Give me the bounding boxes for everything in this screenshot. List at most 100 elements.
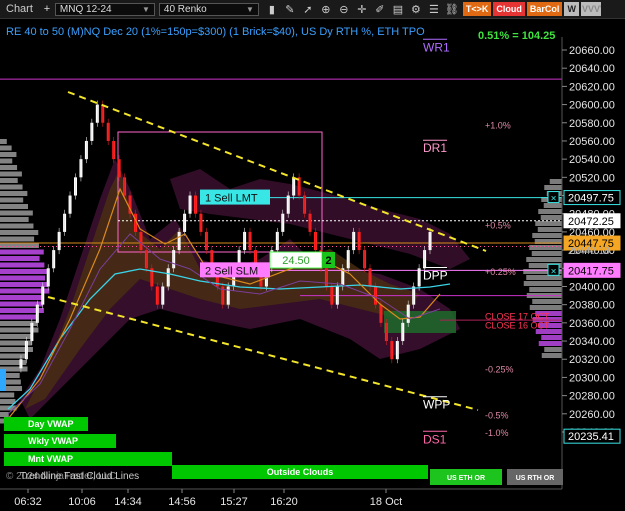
price-tick: 20580.00 [569, 118, 615, 130]
price-tick: 20300.00 [569, 372, 615, 384]
price-badge-value: 20440.18 [568, 246, 610, 257]
profile-bar [0, 262, 45, 268]
window-title: Chart [6, 3, 33, 15]
order-label-text: 1 Sell LMT [205, 193, 258, 205]
time-label: 16:20 [270, 496, 298, 508]
chart-title: RE 40 to 50 (M)NQ Dec 20 (1%=150p=$300) … [6, 26, 425, 38]
profile-bar [0, 184, 23, 190]
period-selector[interactable]: 40 Renko ▼ [158, 2, 259, 16]
time-label: 06:32 [14, 496, 42, 508]
tk-toggle[interactable]: T<>K [462, 2, 492, 16]
chart-toolbar: Chart + MNQ 12-24 ▼ 40 Renko ▼ ▮ ✎ ➚ ⊕ ⊖… [0, 0, 625, 19]
price-tick: 20640.00 [569, 63, 615, 75]
profile-bar [541, 353, 562, 358]
profile-bar [0, 243, 39, 248]
profile-bar [549, 179, 562, 184]
profile-bar [0, 314, 37, 320]
profile-bar [0, 399, 16, 404]
profile-bar [526, 257, 562, 262]
order-label-text: 2 Sell SLM [205, 265, 258, 277]
price-tick: 20620.00 [569, 81, 615, 93]
instrument-selector[interactable]: MNQ 12-24 ▼ [54, 2, 155, 16]
price-tick: 20320.00 [569, 354, 615, 366]
profile-bar [523, 281, 562, 286]
price-tick: 20260.00 [569, 409, 615, 421]
us-eth-or-tag: US ETH OR [447, 475, 485, 482]
crosshair-icon[interactable]: ✛ [353, 3, 371, 16]
trailing-tags[interactable]: VVVV [580, 2, 601, 16]
pivot-label-dr1: DR1 [423, 141, 447, 155]
close-x-icon[interactable]: × [551, 266, 557, 277]
profile-bar [0, 282, 49, 287]
profile-bar [0, 178, 18, 183]
profile-bar [540, 215, 562, 220]
price-tick: 20400.00 [569, 281, 615, 293]
vwap-bar-label: Day VWAP [28, 419, 74, 429]
profile-bar [0, 210, 33, 216]
w-toggle[interactable]: W [564, 2, 579, 16]
instrument-value: MNQ 12-24 [59, 3, 112, 15]
vwap-bar-label: Wkly VWAP [28, 436, 78, 446]
profile-bar [544, 347, 562, 352]
profile-bar [0, 223, 34, 229]
close-label: CLOSE 16 OCT [485, 321, 550, 331]
barcol-toggle[interactable]: BarCol [526, 2, 563, 16]
time-label: 18 Oct [370, 496, 402, 508]
pointer-icon[interactable]: ➚ [299, 3, 317, 16]
price-tick: 20280.00 [569, 391, 615, 403]
profile-bar [531, 251, 562, 256]
close-labels: CLOSE 17 OCTCLOSE 16 OCT [485, 312, 550, 331]
profile-bar [0, 334, 31, 339]
properties-icon[interactable]: ☰ [425, 3, 443, 16]
footer-text: Trendline Fast Cloud Lines [20, 471, 139, 482]
price-badge-value: 20235.41 [568, 431, 614, 443]
add-chart-button[interactable]: + [39, 1, 55, 17]
price-tick: 20660.00 [569, 45, 615, 57]
percent-level-label: +1.0% [485, 121, 511, 131]
price-chart[interactable]: RE 40 to 50 (M)NQ Dec 20 (1%=150p=$300) … [0, 19, 625, 511]
zoom-out-icon[interactable]: ⊖ [335, 3, 353, 16]
close-x-icon[interactable]: × [551, 194, 557, 205]
position-box[interactable]: 24.50 2 [269, 251, 335, 269]
pivot-label-wr1: WR1 [423, 40, 450, 54]
ruler-icon[interactable]: ✎ [281, 3, 299, 16]
profile-bar [0, 236, 35, 242]
profile-bar [538, 209, 562, 214]
profile-bar [0, 158, 13, 164]
us-rth-or-tag: US RTH OR [516, 475, 555, 482]
chevron-down-icon: ▼ [141, 4, 150, 14]
price-tick: 20520.00 [569, 172, 615, 184]
profile-bar [0, 269, 50, 274]
pivot-label-ds1: DS1 [423, 432, 447, 446]
percent-level-label: +0.25% [485, 267, 516, 277]
profile-bar [0, 249, 44, 255]
profile-bar [0, 197, 24, 203]
profile-bar [0, 347, 33, 352]
price-tick: 20360.00 [569, 318, 615, 330]
time-label: 14:56 [168, 496, 196, 508]
profile-bar [0, 139, 7, 144]
profile-bar [0, 412, 9, 417]
chevron-down-icon: ▼ [245, 4, 254, 14]
vwap-bar-label: Mnt VWAP [28, 454, 73, 464]
profile-bar [0, 275, 46, 281]
strategy-icon[interactable]: ⚙ [407, 3, 425, 16]
profile-bar [532, 299, 562, 304]
zoom-in-icon[interactable]: ⊕ [317, 3, 335, 16]
cloud-toggle[interactable]: Cloud [493, 2, 525, 16]
profile-bar [0, 204, 28, 209]
profile-bar [537, 227, 562, 232]
percent-readout: 0.51% = 104.25 [478, 30, 555, 42]
profile-bar [0, 217, 29, 222]
time-label: 10:06 [68, 496, 96, 508]
profile-bar [529, 245, 562, 250]
bar-chart-icon[interactable]: ▮ [263, 3, 281, 16]
price-badge-value: 20497.75 [568, 193, 614, 205]
position-pnl: 24.50 [282, 255, 310, 267]
data-box-icon[interactable]: ▤ [389, 3, 407, 16]
profile-highlight [0, 369, 6, 391]
profile-bar [0, 191, 28, 196]
profile-bar [0, 152, 17, 157]
pencil-icon[interactable]: ✐ [371, 3, 389, 16]
link-icon[interactable]: ⛓ [443, 3, 461, 16]
